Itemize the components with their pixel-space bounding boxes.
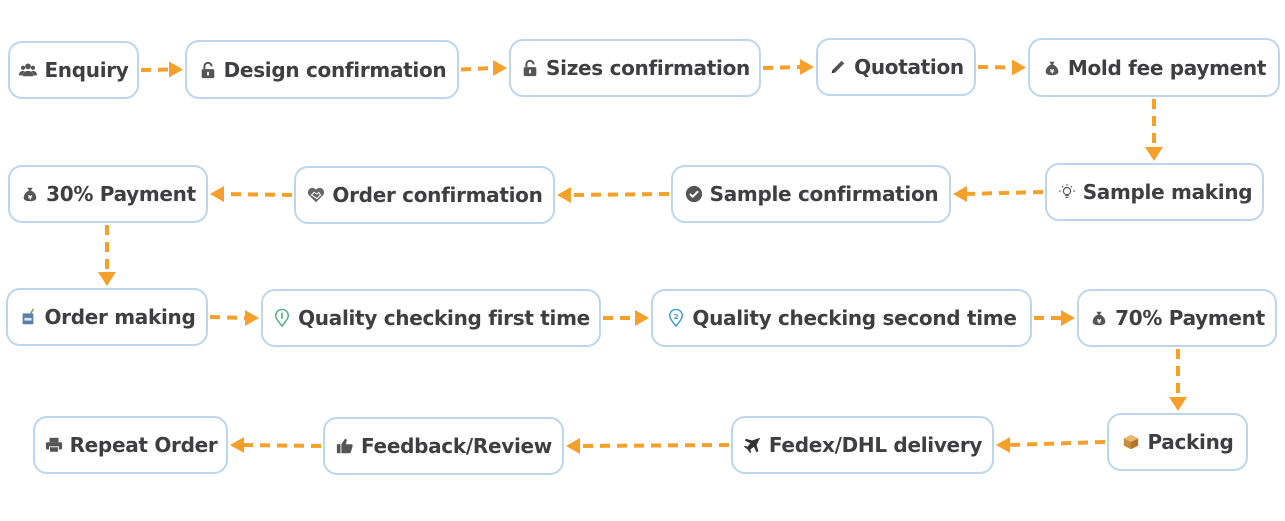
- step-order-making[interactable]: Order making: [6, 288, 208, 346]
- arrowhead: [245, 310, 259, 326]
- connector-arrow: [209, 310, 259, 326]
- step-label: Quality checking first time: [298, 306, 590, 330]
- connector-line: [460, 66, 496, 72]
- money-bag-icon: ¥: [20, 184, 40, 204]
- step-mold-fee-payment[interactable]: ¥ Mold fee payment: [1028, 38, 1280, 97]
- connector-line: [568, 192, 670, 197]
- step-label: Sizes confirmation: [546, 56, 750, 80]
- connector-arrow: [953, 186, 1044, 202]
- step-label: 70% Payment: [1115, 306, 1265, 330]
- step-label: Packing: [1147, 430, 1234, 454]
- connector-line: [1007, 440, 1106, 447]
- step-delivery[interactable]: Fedex/DHL delivery: [731, 416, 994, 474]
- connector-arrow: [140, 61, 183, 78]
- arrowhead: [230, 437, 244, 453]
- step-enquiry[interactable]: Enquiry: [8, 41, 139, 99]
- step-label: Design confirmation: [223, 57, 447, 82]
- airplane-icon: [743, 435, 763, 455]
- step-label: 30% Payment: [46, 182, 196, 206]
- connector-arrow: [98, 225, 116, 286]
- step-quality-check-second[interactable]: 2 Quality checking second time: [651, 289, 1032, 347]
- machine-icon: [18, 307, 38, 327]
- connector-arrow: [762, 59, 814, 75]
- arrowhead: [996, 437, 1010, 453]
- connector-arrow: [460, 60, 507, 76]
- step-quotation[interactable]: Quotation: [816, 38, 976, 96]
- connector-line: [964, 190, 1044, 196]
- connector-arrow: [1034, 310, 1075, 326]
- step-label: Repeat Order: [69, 433, 218, 457]
- arrowhead: [98, 272, 116, 286]
- step-sample-making[interactable]: Sample making: [1045, 163, 1264, 221]
- arrowhead: [1169, 397, 1187, 411]
- money-bag-icon: ¥: [1042, 58, 1062, 78]
- step-design-confirmation[interactable]: Design confirmation: [185, 40, 459, 99]
- pin-one-icon: [272, 308, 292, 328]
- step-label: Quality checking second time: [692, 306, 1017, 330]
- arrowhead: [953, 186, 967, 202]
- connector-arrow: [557, 187, 670, 203]
- connector-line: [977, 65, 1015, 70]
- arrowhead: [1145, 147, 1163, 161]
- step-label: Mold fee payment: [1067, 55, 1267, 80]
- connector-arrow: [996, 437, 1106, 453]
- arrowhead: [210, 186, 224, 202]
- thumbs-up-icon: [335, 436, 355, 456]
- connector-arrow: [977, 59, 1026, 76]
- connector-arrow: [566, 438, 730, 454]
- arrowhead: [800, 59, 814, 75]
- step-label: Order confirmation: [332, 183, 543, 207]
- connector-arrow: [230, 437, 322, 453]
- step-30-payment[interactable]: ¥ 30% Payment: [8, 165, 208, 223]
- connector-arrow: [1145, 99, 1163, 161]
- connector-line: [241, 443, 322, 448]
- printer-icon: [44, 435, 64, 455]
- connector-line: [221, 192, 293, 197]
- arrowhead: [1061, 310, 1075, 326]
- arrowhead: [566, 438, 580, 454]
- connector-line: [762, 65, 803, 70]
- arrowhead: [493, 60, 507, 76]
- check-circle-icon: [684, 184, 704, 204]
- step-label: Enquiry: [44, 58, 129, 82]
- connector-arrow: [603, 310, 649, 326]
- step-packing[interactable]: Packing: [1107, 413, 1248, 471]
- svg-text:2: 2: [674, 312, 679, 321]
- step-quality-check-first[interactable]: Quality checking first time: [261, 289, 601, 347]
- step-sizes-confirmation[interactable]: Sizes confirmation: [509, 39, 761, 97]
- step-feedback-review[interactable]: Feedback/Review: [323, 417, 564, 475]
- connector-line: [577, 443, 730, 448]
- handshake-icon: [306, 185, 326, 205]
- arrowhead: [1012, 59, 1026, 76]
- connector-line: [209, 315, 248, 320]
- package-icon: [1121, 432, 1141, 452]
- step-sample-confirmation[interactable]: Sample confirmation: [671, 165, 951, 223]
- step-label: Order making: [44, 305, 196, 329]
- step-label: Feedback/Review: [361, 434, 552, 458]
- users-icon: [18, 60, 38, 80]
- connector-arrow: [1169, 349, 1187, 411]
- step-label: Fedex/DHL delivery: [768, 433, 983, 457]
- step-label: Sample making: [1082, 180, 1253, 204]
- arrowhead: [557, 187, 571, 203]
- connector-line: [140, 67, 172, 72]
- arrowhead: [635, 310, 649, 326]
- lightbulb-icon: [1057, 182, 1077, 202]
- money-bag-icon: ¥: [1089, 308, 1109, 328]
- step-label: Quotation: [854, 55, 964, 79]
- pencil-icon: [828, 57, 848, 77]
- unlock-icon: [520, 58, 540, 78]
- step-70-payment[interactable]: ¥ 70% Payment: [1077, 289, 1277, 347]
- step-order-confirmation[interactable]: Order confirmation: [294, 166, 555, 224]
- unlock-icon: [198, 60, 218, 80]
- step-label: Sample confirmation: [709, 182, 939, 206]
- connector-arrow: [210, 186, 293, 202]
- pin-two-icon: 2: [666, 308, 686, 328]
- arrowhead: [169, 61, 183, 78]
- step-repeat-order[interactable]: Repeat Order: [33, 416, 228, 474]
